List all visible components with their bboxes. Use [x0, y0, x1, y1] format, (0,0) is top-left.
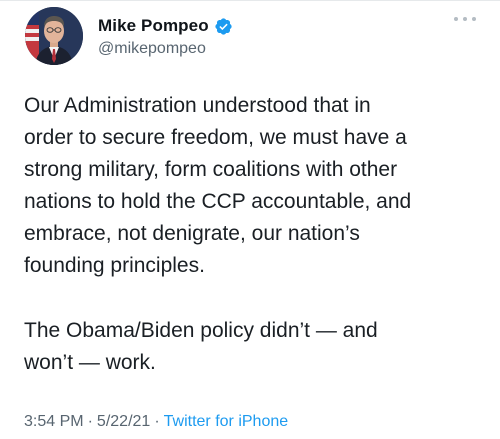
meta-separator: ·	[154, 413, 160, 430]
tweet-source-link[interactable]: Twitter for iPhone	[164, 413, 289, 431]
tweet-time[interactable]: 3:54 PM	[24, 413, 84, 431]
tweet-card: Mike Pompeo @mikepompeo Our Administrati…	[0, 0, 500, 439]
more-dot	[472, 17, 476, 21]
top-divider	[0, 0, 500, 1]
more-dot	[463, 17, 467, 21]
tweet-text-paragraph: Our Administration understood that in or…	[24, 94, 412, 277]
tweet-meta: 3:54 PM · 5/22/21 · Twitter for iPhone	[24, 413, 288, 431]
more-options-icon[interactable]	[454, 14, 476, 24]
verified-badge-icon	[214, 17, 233, 36]
more-dot	[454, 17, 458, 21]
tweet-text-paragraph: The Obama/Biden policy didn’t — and won’…	[24, 319, 378, 374]
avatar[interactable]	[25, 7, 83, 65]
tweet-date[interactable]: 5/22/21	[97, 413, 150, 431]
author-display-name[interactable]: Mike Pompeo	[98, 16, 209, 36]
avatar-image	[25, 7, 83, 65]
author-handle[interactable]: @mikepompeo	[98, 40, 206, 58]
author-name-row: Mike Pompeo	[98, 14, 233, 38]
meta-separator: ·	[87, 413, 93, 430]
